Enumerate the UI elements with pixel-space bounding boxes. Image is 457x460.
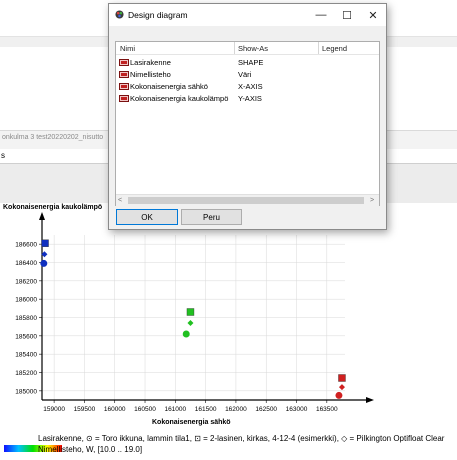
row-name: Nimellisteho (130, 70, 171, 79)
table-row[interactable]: Lasirakenne SHAPE (116, 56, 379, 68)
data-point-circle (40, 259, 48, 267)
y-tick-label: 185400 (15, 352, 37, 359)
attribute-icon (119, 83, 129, 90)
dialog-titlebar[interactable]: Design diagram — ☐ ✕ (109, 4, 386, 26)
x-tick-label: 163500 (316, 406, 338, 413)
chart-points (40, 239, 346, 399)
x-axis-label: Kokonaisenergia sähkö (152, 419, 231, 426)
row-show-as[interactable]: Y-AXIS (238, 94, 262, 103)
x-tick-label: 159000 (43, 406, 65, 413)
data-point-circle (335, 391, 343, 399)
scroll-left-icon[interactable]: < (118, 197, 122, 204)
scroll-right-icon[interactable]: > (370, 197, 374, 204)
maximize-icon: ☐ (342, 9, 352, 22)
data-point-square (186, 308, 195, 316)
close-button[interactable]: ✕ (360, 4, 386, 26)
data-point-diamond (338, 384, 345, 391)
close-icon: ✕ (368, 9, 378, 22)
y-tick-label: 186600 (15, 242, 37, 249)
y-axis-arrow-icon (39, 212, 45, 220)
x-tick-label: 161500 (195, 406, 217, 413)
data-point-diamond (187, 320, 194, 326)
chart-grid (42, 235, 345, 400)
attribute-table: Nimi Show-As Legend Lasirakenne SHAPE Ni… (115, 41, 380, 206)
y-tick-label: 185800 (15, 315, 37, 322)
row-name: Kokonaisenergia kaukolämpö (130, 94, 229, 103)
x-tick-label: 159500 (74, 406, 96, 413)
data-point-circle (182, 330, 190, 338)
table-row[interactable]: Kokonaisenergia kaukolämpö Y-AXIS (116, 92, 379, 104)
y-tick-label: 185600 (15, 333, 37, 340)
y-tick-label: 186000 (15, 297, 37, 304)
table-row[interactable]: Kokonaisenergia sähkö X-AXIS (116, 80, 379, 92)
horizontal-scrollbar[interactable]: < > (116, 194, 379, 206)
row-name: Lasirakenne (130, 58, 171, 67)
column-divider[interactable] (318, 42, 319, 54)
x-axis-arrow-icon (366, 397, 374, 403)
color-legend: Nimellisteho, W, [10.0 .. 19.0] (38, 445, 143, 454)
scrollbar-thumb[interactable] (128, 197, 364, 204)
row-show-as[interactable]: X-AXIS (238, 82, 263, 91)
y-tick-label: 186400 (15, 260, 37, 267)
maximize-button[interactable]: ☐ (334, 4, 360, 26)
chart-axes (39, 212, 374, 403)
y-tick-label: 186200 (15, 278, 37, 285)
minimize-icon: — (315, 9, 327, 21)
ok-button[interactable]: OK (116, 209, 178, 225)
cancel-button[interactable]: Peru (181, 209, 242, 225)
minimize-button[interactable]: — (308, 4, 334, 26)
column-header-show-as[interactable]: Show-As (238, 44, 268, 53)
x-tick-label: 160000 (104, 406, 126, 413)
chart-ticks: 159000 159500 160000 160500 161000 161500 1620… (15, 242, 338, 413)
attribute-icon (119, 71, 129, 78)
column-header-name[interactable]: Nimi (120, 44, 135, 53)
table-row[interactable]: Nimellisteho Väri (116, 68, 379, 80)
app-icon (115, 10, 124, 19)
x-tick-label: 160500 (134, 406, 156, 413)
data-point-square (41, 239, 49, 247)
y-tick-label: 185000 (15, 388, 37, 395)
attribute-icon (119, 59, 129, 66)
x-tick-label: 163000 (286, 406, 308, 413)
y-tick-label: 185200 (15, 370, 37, 377)
row-name: Kokonaisenergia sähkö (130, 82, 208, 91)
x-tick-label: 162000 (225, 406, 247, 413)
attribute-icon (119, 95, 129, 102)
x-tick-label: 162500 (255, 406, 277, 413)
dialog-title: Design diagram (128, 10, 188, 20)
data-point-square (338, 374, 346, 382)
table-header: Nimi Show-As Legend (116, 42, 379, 55)
row-show-as[interactable]: SHAPE (238, 58, 263, 67)
column-divider[interactable] (234, 42, 235, 54)
column-header-legend[interactable]: Legend (322, 44, 347, 53)
shape-legend: Lasirakenne, ⊙ = Toro ikkuna, lammin til… (38, 434, 445, 443)
design-diagram-dialog: Design diagram — ☐ ✕ Nimi Show-As Legend… (108, 3, 387, 230)
x-tick-label: 161000 (164, 406, 186, 413)
row-show-as[interactable]: Väri (238, 70, 251, 79)
